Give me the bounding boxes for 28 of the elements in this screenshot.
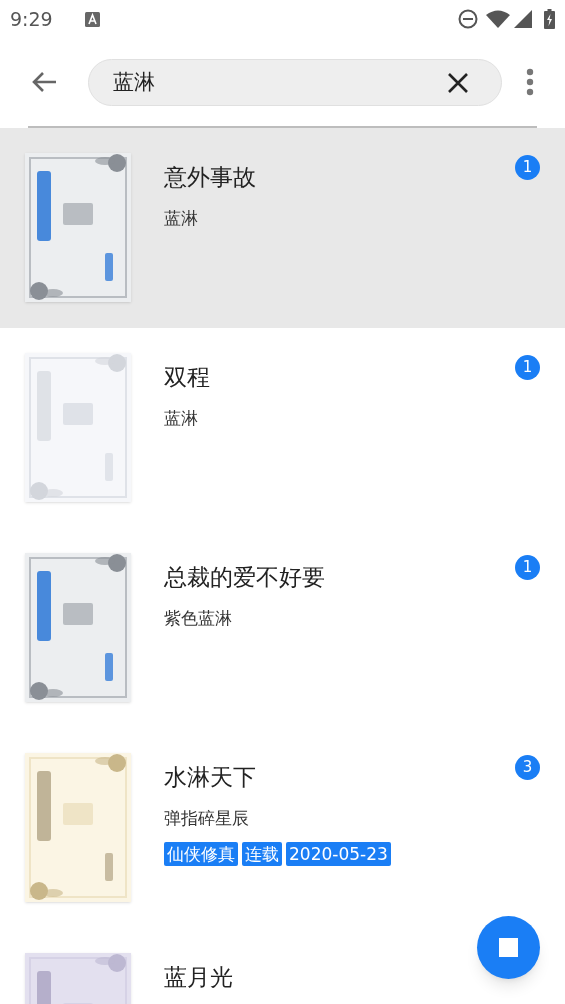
book-title: 总裁的爱不好要 (164, 563, 325, 592)
do-not-disturb-icon (458, 9, 478, 29)
book-row[interactable]: 意外事故 蓝淋 1 (0, 128, 565, 328)
stop-icon (499, 938, 518, 957)
close-icon (447, 71, 469, 94)
count-badge: 1 (515, 155, 540, 180)
count-badge: 3 (515, 755, 540, 780)
keyboard-icon (84, 11, 100, 27)
search-field[interactable]: 蓝淋 (88, 58, 502, 106)
book-title: 双程 (164, 363, 210, 392)
back-arrow-icon (31, 71, 57, 93)
tag: 2020-05-23 (286, 842, 391, 866)
wifi-icon (486, 10, 510, 28)
book-title: 水淋天下 (164, 763, 257, 792)
book-title: 蓝月光 (164, 963, 233, 992)
status-time: 9:29 (10, 6, 53, 32)
book-author: 蓝淋 (164, 207, 199, 230)
more-icon (526, 68, 534, 96)
count-badge: 1 (515, 355, 540, 380)
book-title: 意外事故 (164, 163, 256, 192)
book-author: 弹指碎星辰 (164, 807, 250, 830)
battery-icon (544, 9, 555, 29)
count-badge: 1 (515, 555, 540, 580)
signal-icon (514, 10, 532, 28)
tag: 连载 (242, 842, 282, 866)
book-author: 紫色蓝淋 (164, 607, 233, 630)
book-author: 蓝淋 (164, 407, 199, 430)
tag: 仙侠修真 (164, 842, 238, 866)
